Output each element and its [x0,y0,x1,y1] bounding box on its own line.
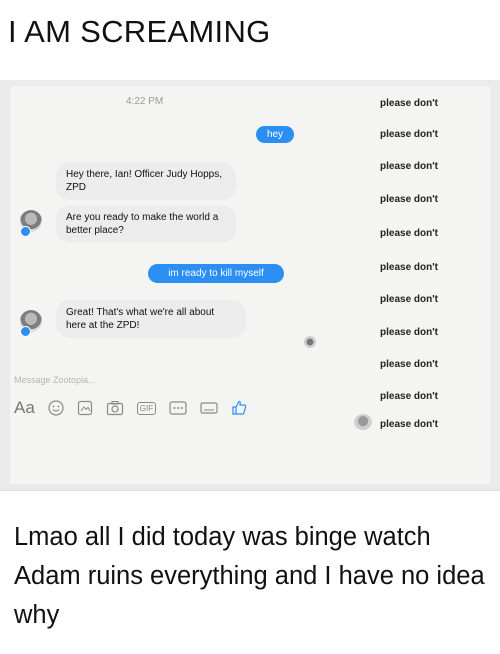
outgoing-message[interactable]: im ready to kill myself [148,264,284,283]
online-indicator [20,226,31,237]
message-please-dont: please don't [380,194,438,205]
more-icon[interactable] [169,401,187,415]
gif-label: GIF [136,401,157,415]
message-please-dont: please don't [380,327,438,338]
keyboard-icon[interactable] [200,401,218,415]
message-please-dont: please don't [380,262,438,273]
camera-icon[interactable] [106,400,124,416]
message-input[interactable]: Message Zootopia... [14,375,96,385]
message-timestamp: 4:22 PM [126,96,164,107]
emoji-icon[interactable] [48,400,64,416]
divider [0,490,500,491]
post-caption: Lmao all I did today was binge watch Ada… [14,523,485,629]
incoming-message[interactable]: Hey there, Ian! Officer Judy Hopps, ZPD [56,162,236,200]
message-please-dont: please don't [380,294,438,305]
messenger-screenshot: 4:22 PM hey Hey there, Ian! Officer Judy… [10,86,490,484]
page-title: I AM SCREAMING [8,14,271,49]
message-please-dont: please don't [380,419,438,430]
message-please-dont: please don't [380,129,438,140]
message-please-dont: please don't [380,161,438,172]
message-please-dont: please don't [380,98,438,109]
message-please-dont: please don't [380,359,438,370]
outgoing-message[interactable]: hey [256,126,294,143]
incoming-message[interactable]: Are you ready to make the world a better… [56,205,236,243]
composer-toolbar: Aa GIF [14,396,346,420]
text-format-button[interactable]: Aa [14,398,35,418]
incoming-message[interactable]: Great! That's what we're all about here … [56,300,246,338]
gif-button[interactable]: GIF [136,401,157,415]
message-please-dont: please don't [380,228,438,239]
like-icon[interactable] [231,400,247,416]
online-indicator [20,326,31,337]
chat-panel: 4:22 PM hey Hey there, Ian! Officer Judy… [10,86,350,484]
screenshot-frame: 4:22 PM hey Hey there, Ian! Officer Judy… [0,80,500,490]
contact-avatar [354,414,372,430]
seen-avatar [304,336,316,348]
repeated-messages-column: please don't please don't please don't p… [354,86,490,484]
message-please-dont: please don't [380,391,438,402]
sticker-icon[interactable] [77,400,93,416]
